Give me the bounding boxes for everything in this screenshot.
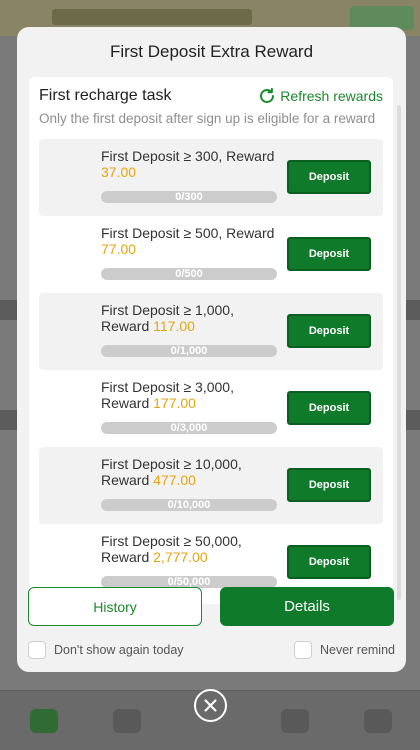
- deposit-button[interactable]: Deposit: [287, 314, 371, 348]
- task-progress-bar: 0/1,000: [101, 345, 277, 357]
- deposit-button[interactable]: Deposit: [287, 391, 371, 425]
- never-remind-label: Never remind: [319, 643, 395, 657]
- eligibility-note: Only the first deposit after sign up is …: [39, 111, 376, 126]
- deposit-button[interactable]: Deposit: [287, 545, 371, 579]
- refresh-icon: [260, 87, 275, 103]
- dont-show-today-label: Don't show again today: [54, 643, 184, 657]
- task-list: First Deposit ≥ 300, Reward 37.00 0/300 …: [39, 139, 383, 601]
- checkbox-box[interactable]: [293, 641, 312, 659]
- task-reward: 77.00: [101, 241, 137, 257]
- checkbox-box[interactable]: [28, 641, 46, 659]
- home-icon: [30, 709, 58, 733]
- task-progress-bar: 0/500: [101, 268, 277, 280]
- task-reward: 37.00: [101, 164, 137, 180]
- first-deposit-modal: First Deposit Extra Reward First recharg…: [17, 27, 406, 672]
- task-reward: 477.00: [153, 472, 196, 488]
- task-description: First Deposit ≥ 10,000, Reward 477.00: [101, 456, 281, 488]
- deposit-button[interactable]: Deposit: [287, 468, 371, 502]
- task-item: First Deposit ≥ 300, Reward 37.00 0/300 …: [39, 139, 383, 216]
- refresh-rewards-label: Refresh rewards: [280, 88, 383, 104]
- dont-show-today-checkbox[interactable]: Don't show again today: [28, 640, 184, 660]
- task-item: First Deposit ≥ 10,000, Reward 477.00 0/…: [39, 447, 383, 524]
- task-reward: 117.00: [153, 318, 195, 334]
- task-description: First Deposit ≥ 50,000, Reward 2,777.00: [101, 533, 281, 565]
- task-label: First Deposit ≥ 500, Reward: [101, 225, 275, 241]
- task-panel[interactable]: First recharge task Refresh rewards Only…: [29, 77, 393, 604]
- task-description: First Deposit ≥ 500, Reward 77.00: [101, 225, 281, 257]
- task-item: First Deposit ≥ 1,000, Reward 117.00 0/1…: [39, 293, 383, 370]
- task-description: First Deposit ≥ 300, Reward 37.00: [101, 148, 281, 180]
- task-item: First Deposit ≥ 500, Reward 77.00 0/500 …: [39, 216, 383, 293]
- task-label: First Deposit ≥ 300, Reward: [101, 148, 275, 164]
- task-header: First recharge task Refresh rewards: [39, 85, 383, 107]
- progress-text: 0/10,000: [167, 499, 211, 511]
- task-title: First recharge task: [39, 87, 172, 104]
- details-button[interactable]: Details: [220, 587, 394, 626]
- task-progress-bar: 0/300: [101, 191, 277, 203]
- task-item: First Deposit ≥ 3,000, Reward 177.00 0/3…: [39, 370, 383, 447]
- task-progress-bar: 0/10,000: [101, 499, 277, 511]
- history-button[interactable]: History: [28, 587, 202, 626]
- deposit-button[interactable]: Deposit: [287, 160, 371, 194]
- task-reward: 2,777.00: [153, 549, 208, 565]
- task-description: First Deposit ≥ 1,000, Reward 117.00: [101, 302, 281, 334]
- progress-text: 0/3,000: [170, 422, 208, 434]
- progress-text: 0/1,000: [170, 345, 208, 357]
- deposit-button[interactable]: Deposit: [287, 237, 371, 271]
- never-remind-checkbox[interactable]: Never remind: [293, 640, 395, 660]
- task-list-scrollbar[interactable]: [397, 105, 401, 600]
- refresh-rewards-button[interactable]: Refresh rewards: [258, 85, 383, 107]
- progress-text: 0/300: [175, 191, 203, 203]
- task-description: First Deposit ≥ 3,000, Reward 177.00: [101, 379, 281, 411]
- close-icon: [204, 699, 217, 712]
- task-progress-bar: 0/3,000: [101, 422, 277, 434]
- close-modal-button[interactable]: [194, 689, 227, 722]
- task-reward: 177.00: [153, 395, 196, 411]
- progress-text: 0/500: [175, 268, 203, 280]
- modal-title: First Deposit Extra Reward: [109, 42, 314, 61]
